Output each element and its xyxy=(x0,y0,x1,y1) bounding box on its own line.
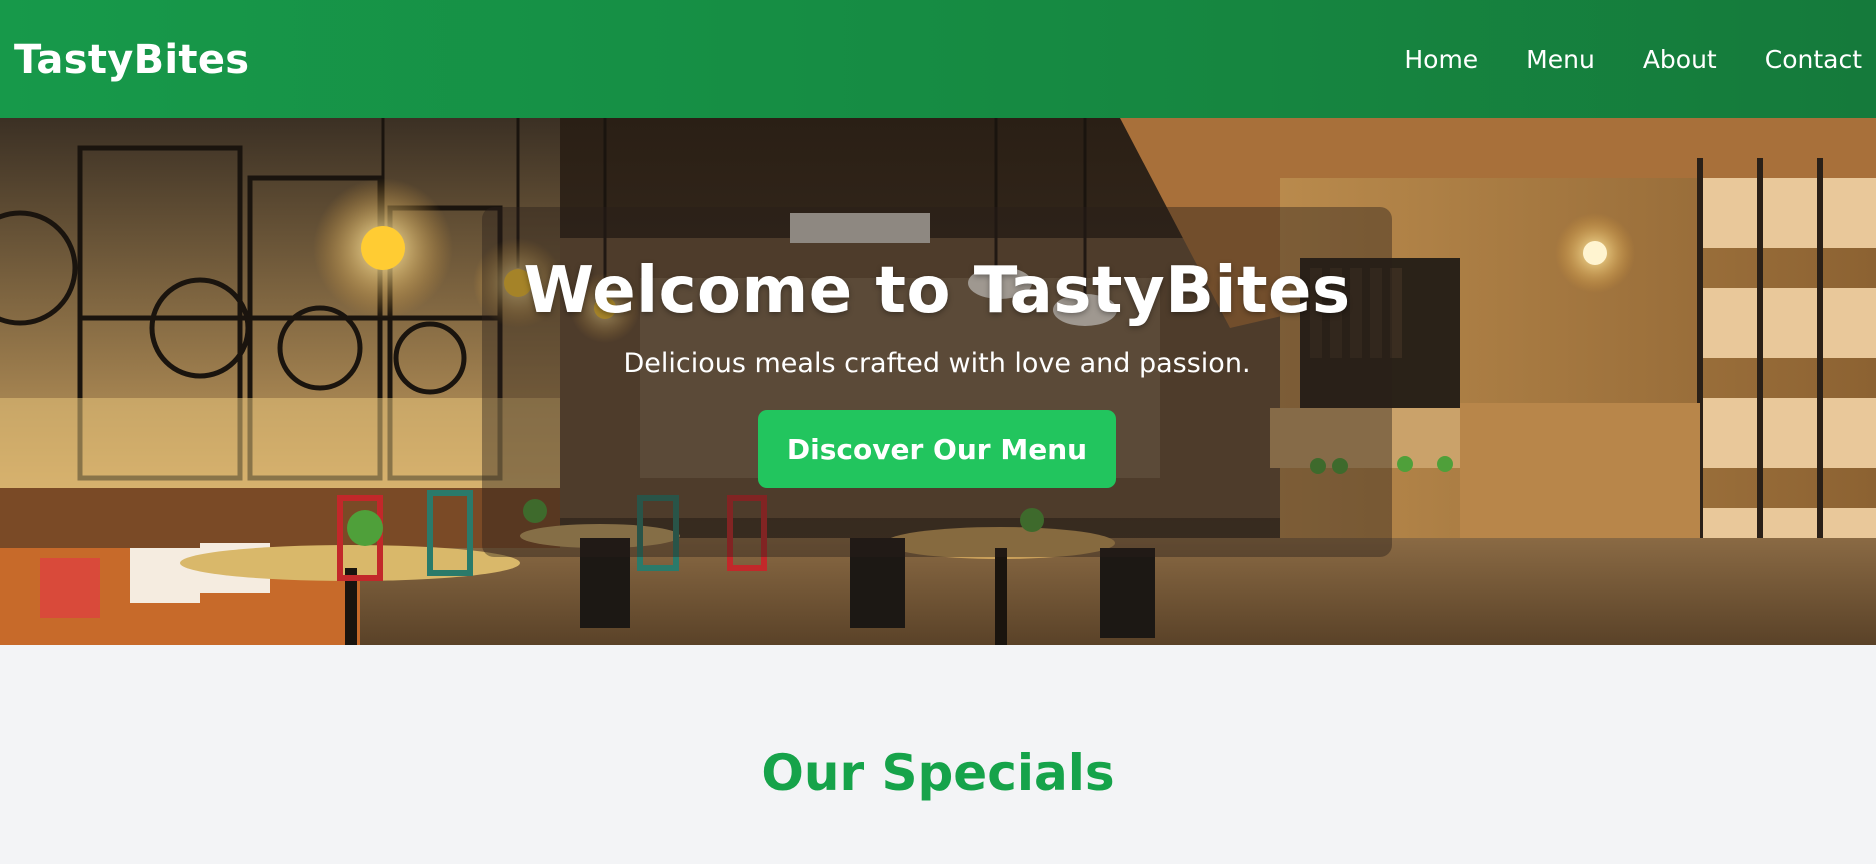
specials-section: Our Specials xyxy=(0,645,1876,864)
discover-menu-button[interactable]: Discover Our Menu xyxy=(758,410,1116,488)
hero-subtitle: Delicious meals crafted with love and pa… xyxy=(623,348,1251,379)
brand-logo[interactable]: TastyBites xyxy=(14,37,249,83)
nav-contact-link[interactable]: Contact xyxy=(1765,45,1862,74)
hero-title: Welcome to TastyBites xyxy=(523,254,1351,328)
hero-section: Welcome to TastyBites Delicious meals cr… xyxy=(0,118,1876,645)
hero-overlay-card: Welcome to TastyBites Delicious meals cr… xyxy=(482,207,1392,557)
nav-menu-link[interactable]: Menu xyxy=(1526,45,1595,74)
specials-heading: Our Specials xyxy=(761,744,1115,802)
site-header: TastyBites Home Menu About Contact xyxy=(0,0,1876,118)
main-nav: Home Menu About Contact xyxy=(1404,0,1862,118)
nav-home-link[interactable]: Home xyxy=(1404,45,1478,74)
nav-about-link[interactable]: About xyxy=(1643,45,1717,74)
